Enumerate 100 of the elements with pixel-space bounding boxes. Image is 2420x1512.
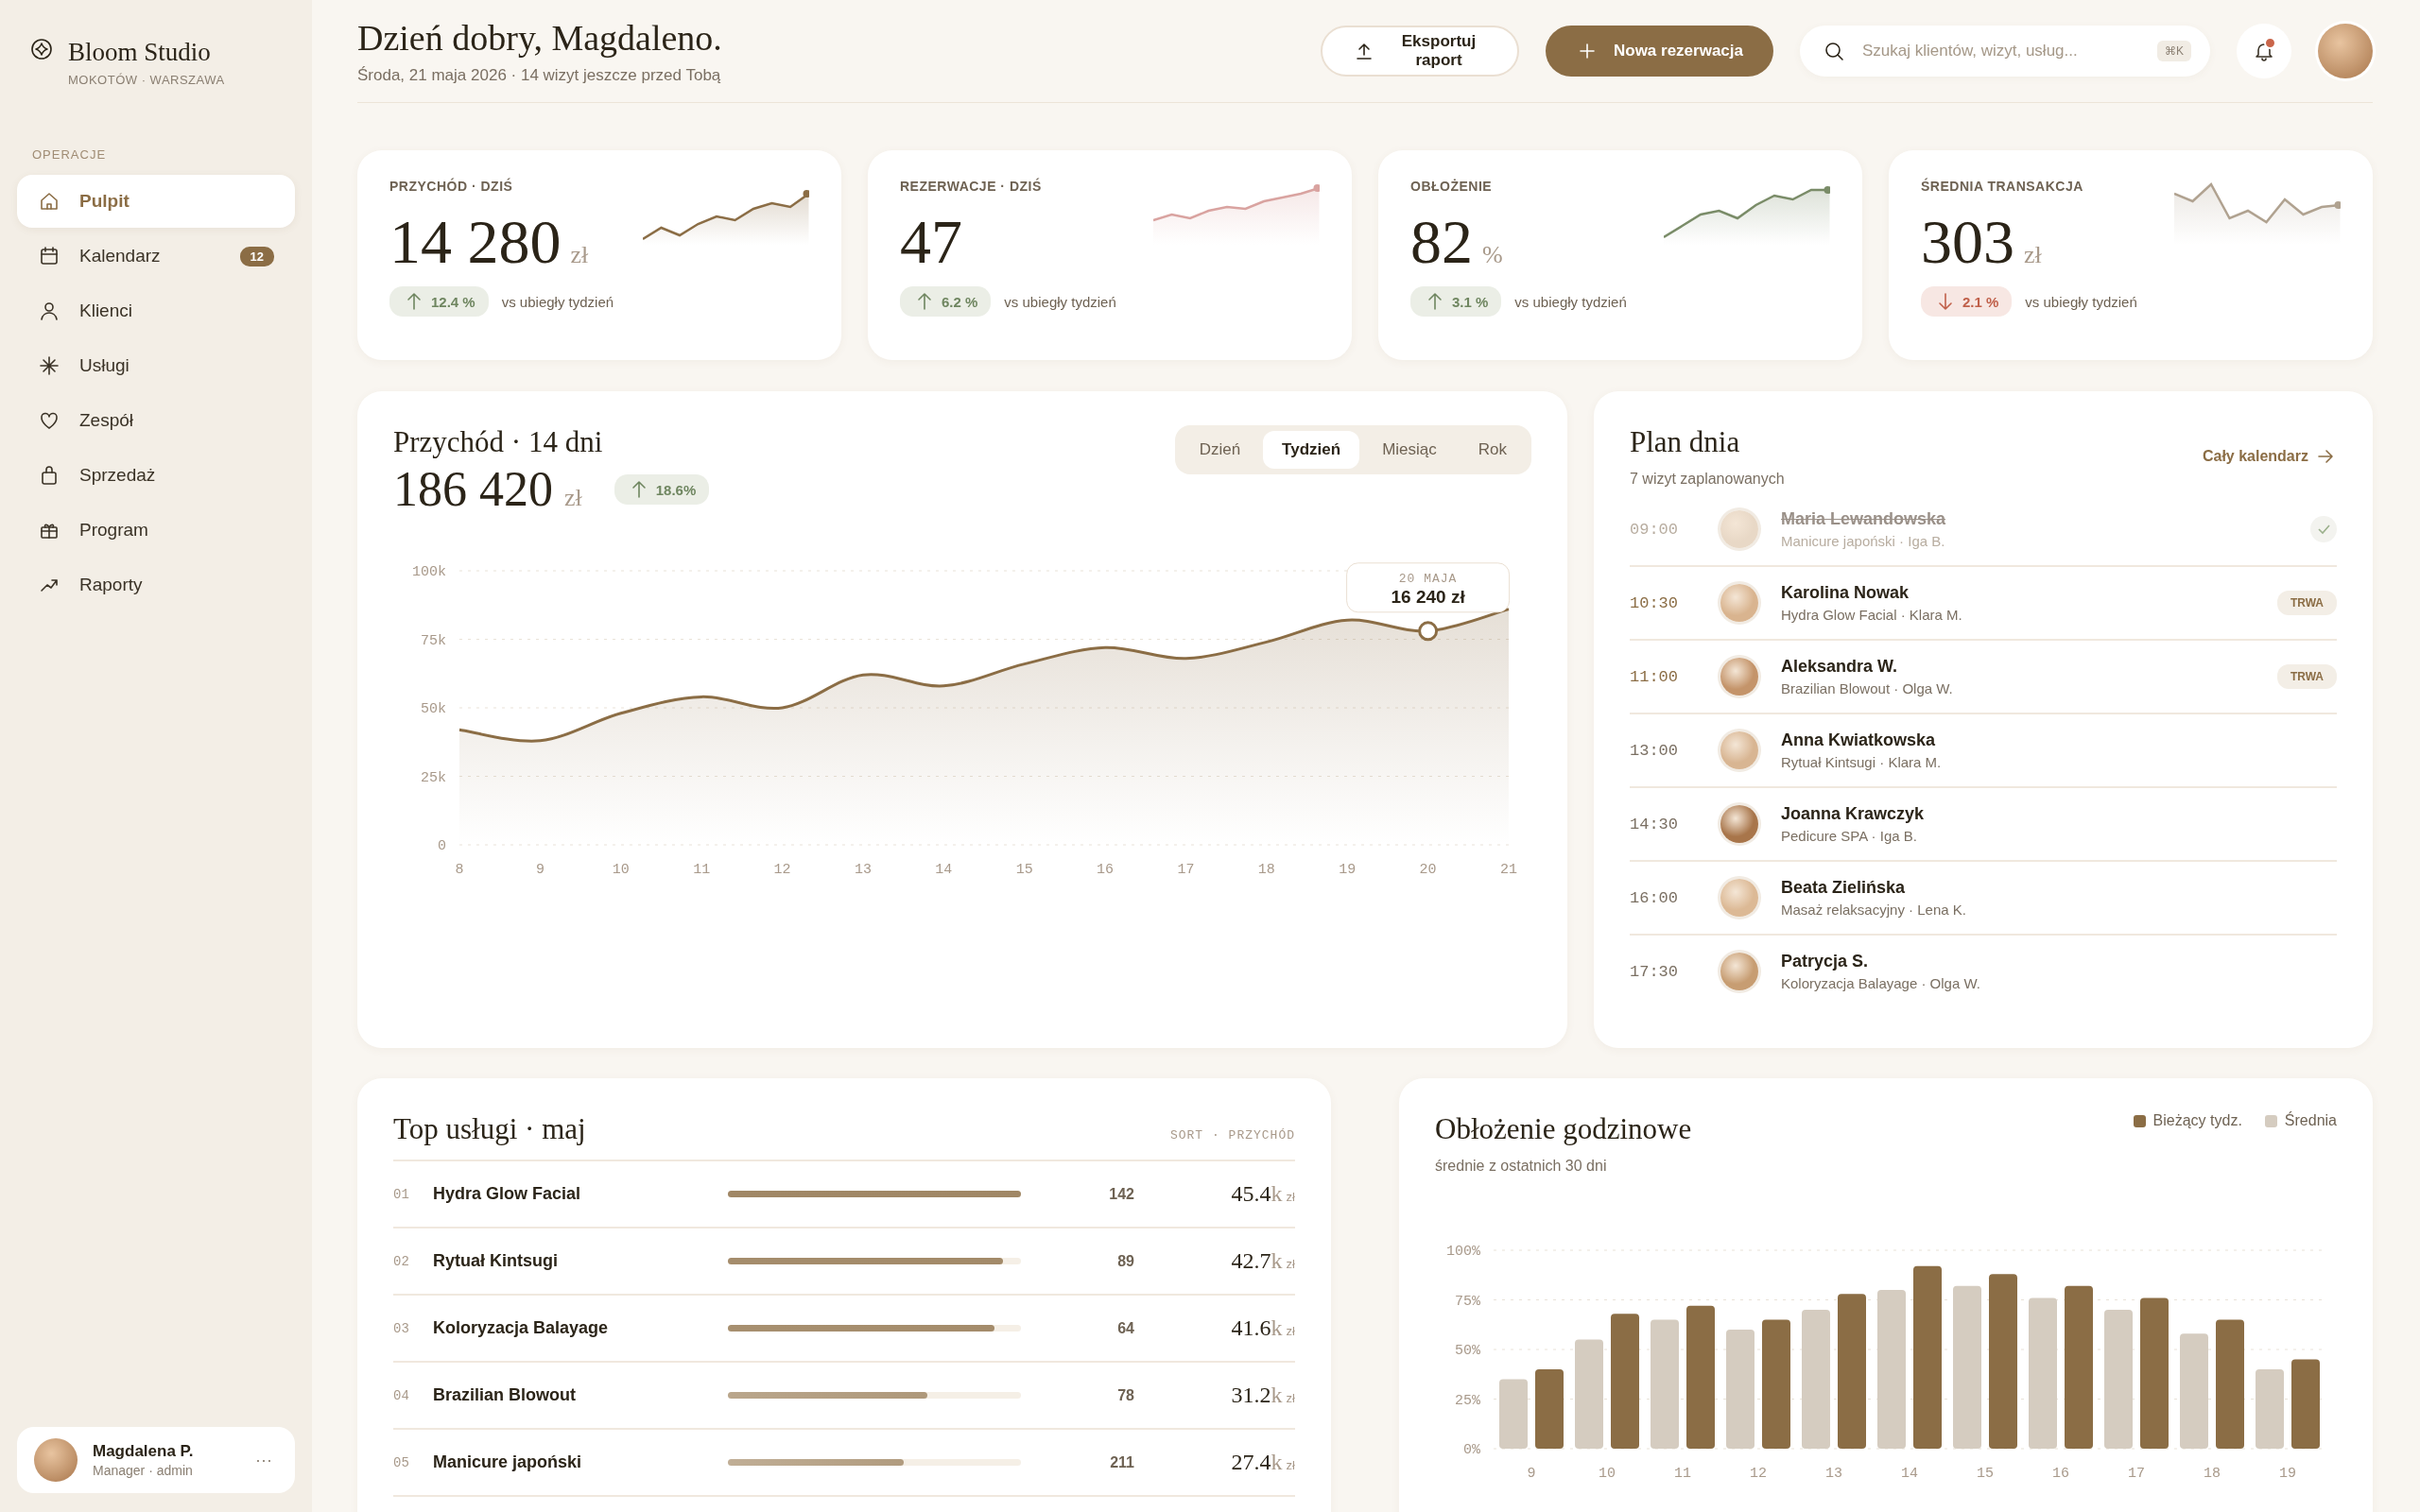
calendar-link[interactable]: Cały kalendarz [2202,425,2337,488]
sparkle-icon [38,354,60,377]
booking-count: 211 [1109,1453,1134,1471]
axis-label: 25k [421,769,446,786]
brand-location: MOKOTÓW · WARSZAWA [68,73,225,87]
nav-item[interactable]: Program [17,504,295,557]
kpi-value: 303 [1921,211,2014,273]
rank-number: 04 [393,1387,410,1403]
delta-badge: 6.2 % [900,286,992,317]
booking-count: 142 [1108,1185,1134,1203]
client-name[interactable]: Anna Kwiatkowska [1781,730,2337,750]
greeting: Dzień dobry, Magdaleno. [357,17,722,59]
appointment-time: 11:00 [1630,667,1679,686]
appointment-time: 14:30 [1630,815,1679,833]
status-badge: TRWA [2276,591,2337,615]
export-button[interactable]: Eksportuj raport [1321,26,1519,77]
appointment-time: 13:00 [1630,741,1679,760]
count-badge: 12 [239,246,274,266]
nav-item[interactable]: Kalendarz 12 [17,230,295,283]
unit: % [1482,241,1503,269]
axis-label: 13 [1825,1466,1842,1482]
kpi-value: 14 280 [389,211,562,273]
client-name[interactable]: Beata Zielińska [1781,878,2337,898]
search-icon [1823,40,1845,62]
rank-number: 02 [393,1253,410,1269]
service-name: Rytuał Kintsugi [433,1251,559,1271]
axis-label: 100% [1446,1244,1480,1260]
nav-item[interactable]: Pulpit [17,175,295,228]
client-name[interactable]: Karolina Nowak [1781,583,2255,603]
axis-label: 0% [1463,1442,1480,1458]
axis-label: 17 [1177,862,1195,878]
card-title: Przychód · 14 dni [393,425,604,459]
axis-label: 9 [1527,1466,1536,1482]
revenue-amount: 45.4k zł [1230,1181,1295,1207]
axis-label: 50k [421,701,446,717]
section-label: OPERACJE [32,147,108,162]
axis-label: 75% [1455,1293,1480,1310]
axis-label: 14 [935,862,953,878]
service-info: Rytuał Kintsugi · Klara M. [1781,754,1943,770]
nav-item[interactable]: Sprzedaż [17,449,295,502]
flower-logo-icon [30,38,53,60]
period-tab[interactable]: Tydzień [1263,431,1360,469]
axis-label: 15 [1977,1466,1994,1482]
status-badge: TRWA [2276,664,2337,689]
service-name: Manicure japoński [433,1452,583,1472]
kpi-label: PRZYCHÓD · DZIŚ [389,179,514,194]
rank-number: 01 [393,1186,410,1202]
tooltip-date: 20 MAJA [1398,571,1458,586]
period-tab[interactable]: Rok [1459,431,1526,469]
delta-badge: 2.1 % [1921,286,2013,317]
card-title: Plan dnia [1630,425,1741,459]
axis-label: 19 [2279,1466,2296,1482]
card-title: Obłożenie godzinowe [1435,1112,1692,1146]
card-subtitle: średnie z ostatnich 30 dni [1435,1158,1608,1175]
service-name: Hydra Glow Facial [433,1184,582,1204]
unit: zł [570,241,589,269]
period-tab[interactable]: Dzień [1180,431,1260,469]
more-button[interactable]: ··· [250,1449,278,1471]
booking-count: 89 [1116,1252,1134,1270]
user-role: Manager · admin [93,1463,194,1478]
client-name[interactable]: Joanna Krawczyk [1781,804,2337,824]
axis-label: 9 [535,862,544,878]
axis-label: 75k [421,632,446,649]
booking-count: 78 [1116,1386,1134,1404]
axis-label: 19 [1339,862,1357,878]
delta-badge: 3.1 % [1410,286,1502,317]
revenue-amount: 27.4k zł [1230,1450,1295,1475]
nav-item[interactable]: Zespół [17,394,295,447]
axis-label: 18 [2204,1466,2221,1482]
appointment-time: 16:00 [1630,888,1679,907]
axis-label: 15 [1015,862,1033,878]
axis-label: 20 [1419,862,1437,878]
service-info: Manicure japoński · Iga B. [1781,533,1946,549]
kpi-label: OBŁOŻENIE [1410,179,1494,194]
legend-label: Średnia [2284,1112,2337,1129]
axis-label: 16 [1097,862,1115,878]
service-info: Koloryzacja Balayage · Olga W. [1781,975,1981,991]
check-icon [2310,516,2337,542]
nav-item[interactable]: Raporty [17,558,295,611]
nav-item[interactable]: Usługi [17,339,295,392]
avatar [34,1438,78,1482]
profile-avatar[interactable] [2318,24,2373,78]
period-tab[interactable]: Miesiąc [1363,431,1456,469]
axis-label: 10 [1599,1466,1616,1482]
user-name: Magdalena P. [93,1442,194,1461]
kpi-value: 47 [900,211,962,273]
kpi-label: ŚREDNIA TRANSAKCJA [1921,179,2084,194]
search-field[interactable]: Szukaj klientów, wizyt, usług... [1860,41,2142,61]
service-info: Pedicure SPA · Iga B. [1781,828,1918,844]
client-name[interactable]: Patrycja S. [1781,952,2337,971]
date-subtitle: Środa, 21 maja 2026 · 14 wizyt jeszcze przed Tobą [357,66,722,85]
home-icon [38,190,60,213]
kpi-label: REZERWACJE · DZIŚ [900,179,1043,194]
new-booking-button[interactable]: Nowa rezerwacja [1546,26,1773,77]
user-card[interactable]: Magdalena P. Manager · admin ··· [17,1427,295,1493]
axis-label: 11 [693,862,711,878]
service-info: Masaż relaksacyjny · Lena K. [1781,902,1967,918]
nav-item[interactable]: Klienci [17,284,295,337]
client-name[interactable]: Aleksandra W. [1781,657,2255,677]
axis-label: 12 [773,862,791,878]
